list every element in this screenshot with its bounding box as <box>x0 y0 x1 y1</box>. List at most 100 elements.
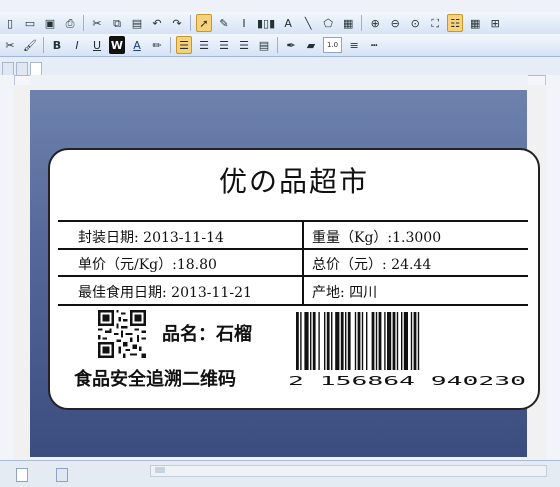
toolbar-separator <box>170 37 171 53</box>
text-cursor-icon[interactable]: I <box>236 14 252 32</box>
design-canvas[interactable]: 优の品超市 封装日期: 2013-11-14 重量（Kg）:1.3000 单价（… <box>14 85 546 460</box>
select-pointer-icon[interactable]: ➚ <box>196 14 212 32</box>
horizontal-scrollbar[interactable] <box>150 465 547 477</box>
barcode-bar <box>384 312 386 370</box>
table-line <box>58 220 528 222</box>
open-folder-icon[interactable]: ▭ <box>22 14 38 32</box>
unit-price-field[interactable]: 单价（元/Kg）:18.80 <box>78 254 217 274</box>
underline-button[interactable]: U <box>89 36 105 54</box>
shape-tool-icon[interactable]: ⬠ <box>320 14 336 32</box>
full-screen-icon[interactable]: ⛶ <box>427 14 443 32</box>
doc-tab-1[interactable] <box>2 62 14 75</box>
doc-tab-3[interactable] <box>30 62 42 75</box>
barcode-bar <box>296 312 299 370</box>
print-icon[interactable]: ⎙ <box>62 14 78 32</box>
barcode-bar <box>318 312 320 370</box>
barcode-bar <box>354 312 357 370</box>
align-right-icon[interactable]: ☰ <box>216 36 232 54</box>
bold-button[interactable]: B <box>49 36 65 54</box>
zoom-out-icon[interactable]: ⊖ <box>387 14 403 32</box>
format-toolbar: ✂ 🖌 B I U W A ✏ ☰ ☰ ☰ ☰ ▤ ✒ ▰ 1.0 ≡ ┅ <box>0 34 560 57</box>
origin-field[interactable]: 产地: 四川 <box>312 282 377 302</box>
barcode-bar <box>345 312 347 370</box>
highlight-icon[interactable]: ✏ <box>149 36 165 54</box>
toolbar-separator <box>277 37 278 53</box>
weight-field[interactable]: 重量（Kg）:1.3000 <box>312 227 441 247</box>
label-design[interactable]: 优の品超市 封装日期: 2013-11-14 重量（Kg）:1.3000 单价（… <box>48 148 540 410</box>
toolbar-separator <box>83 15 84 31</box>
align-center-icon[interactable]: ☰ <box>196 36 212 54</box>
barcode-bar <box>413 312 417 370</box>
barcode-bar <box>401 312 403 370</box>
italic-button[interactable]: I <box>69 36 85 54</box>
text-tool-icon[interactable]: A <box>280 14 296 32</box>
barcode-bar <box>312 312 316 370</box>
label-paper: 优の品超市 封装日期: 2013-11-14 重量（Kg）:1.3000 单价（… <box>30 90 540 457</box>
table-line <box>58 304 528 306</box>
barcode-bar <box>304 312 309 370</box>
word-art-button[interactable]: W <box>109 36 125 54</box>
line-style-icon[interactable]: ≡ <box>346 36 362 54</box>
barcode-tool-icon[interactable]: ▮▯▮ <box>256 14 276 32</box>
line-color-icon[interactable]: ✒ <box>283 36 299 54</box>
traceability-label[interactable]: 食品安全追溯二维码 <box>74 365 236 391</box>
pen-tool-icon[interactable]: ✎ <box>216 14 232 32</box>
barcode-number: 2 156864 940230 <box>288 374 526 388</box>
grid-toggle-icon[interactable]: ☷ <box>447 14 464 32</box>
align-left-icon[interactable]: ☰ <box>176 36 192 54</box>
barcode-bar <box>366 312 368 370</box>
package-date-field[interactable]: 封装日期: 2013-11-14 <box>78 227 224 247</box>
dash-style-icon[interactable]: ┅ <box>366 36 382 54</box>
scrollbar-thumb[interactable] <box>155 467 165 473</box>
barcode-bar <box>300 312 302 370</box>
product-name-field[interactable]: 品名：石榴 <box>162 320 252 346</box>
barcode-bar <box>347 312 351 370</box>
barcode[interactable]: 2 156864 940230 <box>288 312 528 388</box>
align-grid-icon[interactable]: ⊞ <box>487 14 503 32</box>
table-icon[interactable]: ▦ <box>467 14 483 32</box>
save-icon[interactable]: ▣ <box>42 14 58 32</box>
justify-icon[interactable]: ☰ <box>236 36 252 54</box>
redo-icon[interactable]: ↷ <box>169 14 185 32</box>
barcode-bar <box>357 312 361 370</box>
zoom-fit-icon[interactable]: ⊙ <box>407 14 423 32</box>
new-file-icon[interactable]: ▯ <box>2 14 18 32</box>
left-ruler <box>0 75 15 460</box>
paste-icon[interactable]: ▤ <box>129 14 145 32</box>
toolbar-separator <box>43 37 44 53</box>
main-toolbar: ▯ ▭ ▣ ⎙ ✂ ⧉ ▤ ↶ ↷ ➚ ✎ I ▮▯▮ A ╲ ⬠ ▦ ⊕ ⊖ … <box>0 12 560 35</box>
barcode-bar <box>392 312 396 370</box>
doc-tab-2[interactable] <box>16 62 28 75</box>
font-color-button[interactable]: A <box>129 36 145 54</box>
zoom-in-icon[interactable]: ⊕ <box>367 14 383 32</box>
toolbar-separator <box>190 15 191 31</box>
best-before-field[interactable]: 最佳食用日期: 2013-11-21 <box>78 282 252 302</box>
total-price-field[interactable]: 总价（元）: 24.44 <box>312 254 431 274</box>
table-divider <box>302 222 304 304</box>
cut-icon[interactable]: ✂ <box>89 14 105 32</box>
line-tool-icon[interactable]: ╲ <box>300 14 316 32</box>
sheet-tab-2[interactable] <box>56 468 68 482</box>
barcode-bar <box>324 312 326 370</box>
copy-icon[interactable]: ⧉ <box>109 14 125 32</box>
scissors-icon[interactable]: ✂ <box>2 36 18 54</box>
format-painter-icon[interactable]: 🖌 <box>22 36 38 54</box>
barcode-bar <box>331 312 333 370</box>
right-ruler <box>545 75 560 460</box>
barcode-bar <box>335 312 340 370</box>
barcode-bar <box>375 312 378 370</box>
line-width-select[interactable]: 1.0 <box>323 37 343 53</box>
barcode-bar <box>371 312 375 370</box>
barcode-bar <box>417 312 420 370</box>
fill-color-icon[interactable]: ▰ <box>303 36 319 54</box>
distribute-icon[interactable]: ▤ <box>256 36 272 54</box>
barcode-bar <box>310 312 312 370</box>
image-tool-icon[interactable]: ▦ <box>340 14 356 32</box>
barcode-bar <box>410 312 413 370</box>
table-line <box>58 248 528 250</box>
sheet-tab-1[interactable] <box>16 468 28 482</box>
undo-icon[interactable]: ↶ <box>149 14 165 32</box>
barcode-bar <box>396 312 399 370</box>
qr-code[interactable] <box>98 310 146 358</box>
store-title[interactable]: 优の品超市 <box>50 160 538 200</box>
